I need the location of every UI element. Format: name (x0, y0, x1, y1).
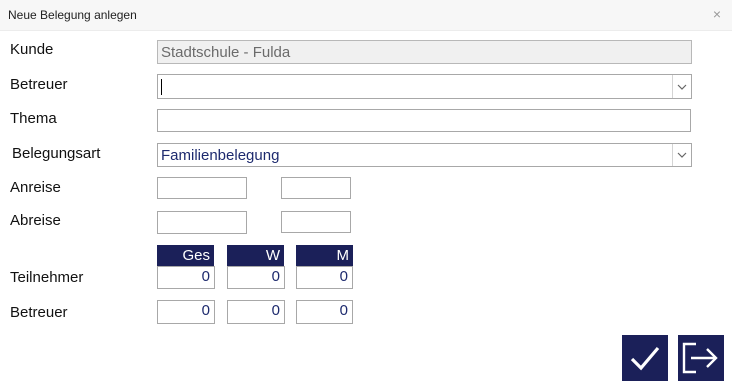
betreuer-m-input[interactable]: 0 (296, 300, 353, 324)
anreise-date-input[interactable] (157, 177, 247, 199)
betreuer-count-label: Betreuer (10, 304, 68, 321)
check-icon (630, 346, 660, 371)
betreuer-ges-input[interactable]: 0 (157, 300, 215, 324)
belegungsart-value: Familienbelegung (161, 146, 280, 164)
kunde-value: Stadtschule - Fulda (161, 43, 291, 61)
header-ges: Ges (157, 245, 214, 266)
title-bar: Neue Belegung anlegen × (0, 0, 732, 31)
kunde-label: Kunde (10, 41, 54, 58)
window-title: Neue Belegung anlegen (8, 8, 137, 22)
confirm-button[interactable] (622, 335, 668, 381)
belegungsart-select[interactable]: Familienbelegung (157, 143, 692, 167)
kunde-field: Stadtschule - Fulda (157, 40, 692, 64)
exit-icon (682, 342, 718, 374)
teilnehmer-label: Teilnehmer (10, 269, 84, 286)
anreise-label: Anreise (10, 179, 61, 196)
anreise-time-input[interactable] (281, 177, 351, 199)
header-w: W (227, 245, 284, 266)
thema-input[interactable] (157, 109, 691, 132)
betreuer-label: Betreuer (10, 76, 68, 93)
abreise-time-input[interactable] (281, 211, 351, 233)
chevron-down-icon[interactable] (672, 75, 691, 98)
abreise-label: Abreise (10, 212, 61, 229)
exit-button[interactable] (678, 335, 724, 381)
text-cursor (161, 78, 162, 95)
header-m: M (296, 245, 353, 266)
abreise-date-input[interactable] (157, 211, 247, 234)
belegungsart-label: Belegungsart (12, 145, 101, 162)
teilnehmer-m-input[interactable]: 0 (296, 266, 353, 289)
thema-label: Thema (10, 110, 57, 127)
chevron-down-icon[interactable] (672, 144, 691, 166)
close-icon[interactable]: × (708, 5, 726, 23)
betreuer-select[interactable] (157, 74, 692, 99)
betreuer-w-input[interactable]: 0 (227, 300, 285, 324)
teilnehmer-ges-input[interactable]: 0 (157, 266, 215, 289)
teilnehmer-w-input[interactable]: 0 (227, 266, 285, 289)
